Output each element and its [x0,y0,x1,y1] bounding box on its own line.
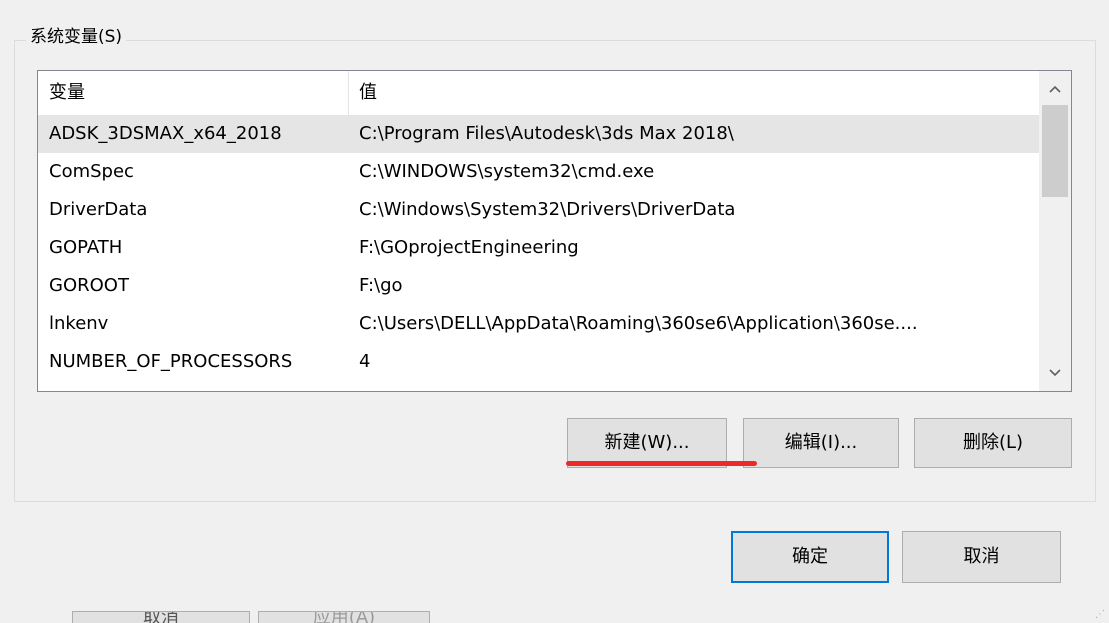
variable-value: C:\Program Files\Autodesk\3ds Max 2018\ [359,123,734,144]
variable-value: 4 [359,351,371,372]
list-row[interactable]: ADSK_3DSMAX_x64_2018 C:\Program Files\Au… [38,115,1040,153]
chevron-up-icon[interactable] [1039,73,1071,105]
list-row[interactable]: GOROOT F:\go [38,267,1040,305]
variable-name: NUMBER_OF_PROCESSORS [49,351,293,372]
column-header-value[interactable]: 值 [348,71,1040,115]
system-variables-label: 系统变量(S) [26,26,127,48]
list-row[interactable]: NUMBER_OF_PROCESSORS 4 [38,343,1040,381]
chevron-down-icon[interactable] [1039,357,1071,389]
variable-value: C:\Windows\System32\Drivers\DriverData [359,199,736,220]
vertical-scrollbar[interactable] [1039,71,1071,391]
variable-name: GOROOT [49,275,129,296]
variable-value: C:\WINDOWS\system32\cmd.exe [359,161,655,182]
system-variables-list[interactable]: 变量 值 ADSK_3DSMAX_x64_2018 C:\Program Fil… [37,70,1072,392]
list-row[interactable]: lnkenv C:\Users\DELL\AppData\Roaming\360… [38,305,1040,343]
background-apply-button[interactable]: 应用(A) [258,611,430,623]
background-dialog-strip: 取消 应用(A) [0,611,1109,623]
variable-name: DriverData [49,199,148,220]
edit-button[interactable]: 编辑(I)... [743,418,899,468]
variable-value: F:\go [359,275,403,296]
ok-button[interactable]: 确定 [731,531,889,583]
variable-name: GOPATH [49,237,123,258]
delete-button[interactable]: 删除(L) [914,418,1072,468]
column-header-variable[interactable]: 变量 [38,71,348,115]
variable-name: ComSpec [49,161,134,182]
list-row[interactable]: GOPATH F:\GOprojectEngineering [38,229,1040,267]
scrollbar-thumb[interactable] [1042,105,1068,197]
list-header: 变量 值 [38,71,1040,115]
list-row[interactable]: ComSpec C:\WINDOWS\system32\cmd.exe [38,153,1040,191]
variable-value: F:\GOprojectEngineering [359,237,579,258]
variable-value: C:\Users\DELL\AppData\Roaming\360se6\App… [359,313,918,334]
red-underline-annotation [566,461,757,466]
variable-name: lnkenv [49,313,109,334]
background-cancel-button[interactable]: 取消 [72,611,250,623]
variable-name: ADSK_3DSMAX_x64_2018 [49,123,282,144]
list-row[interactable]: DriverData C:\Windows\System32\Drivers\D… [38,191,1040,229]
cancel-button[interactable]: 取消 [902,531,1061,583]
resize-grip-icon[interactable]: ⋰ [1095,609,1107,621]
